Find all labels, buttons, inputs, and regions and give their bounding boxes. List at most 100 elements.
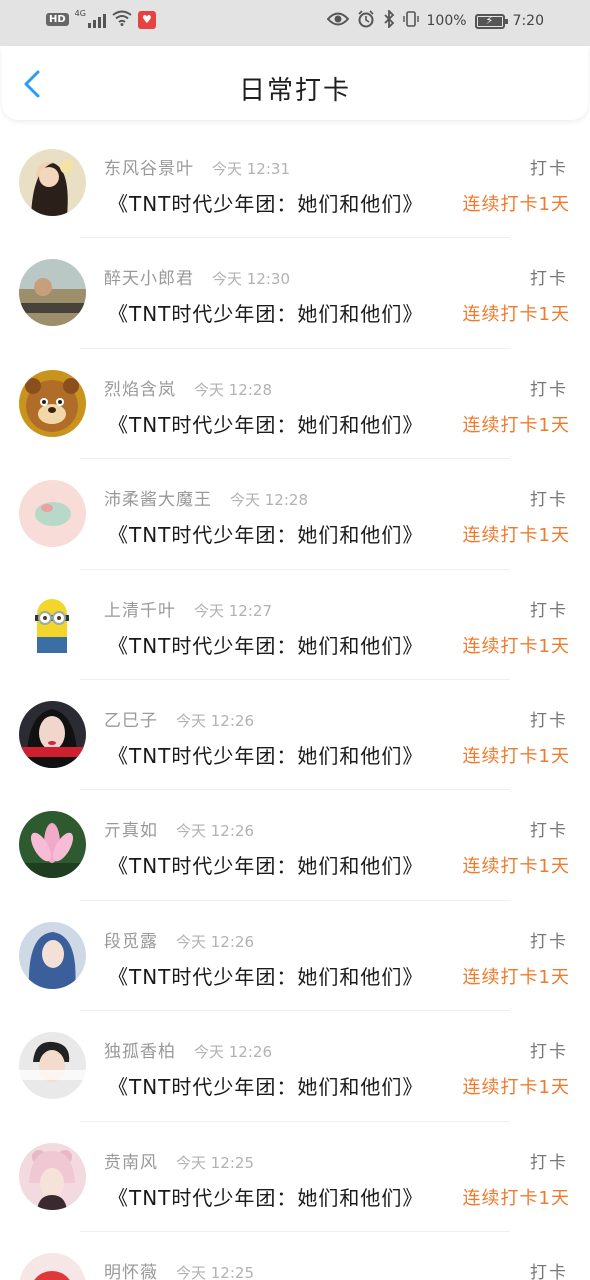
blue-hair-girl-avatar[interactable] [19,921,86,989]
book-title[interactable]: 《TNT时代少年团：她们和他们》 [108,298,423,327]
book-title[interactable]: 《TNT时代少年团：她们和他们》 [108,409,423,438]
checkin-action-label: 打卡 [530,1262,568,1280]
cartoon-bear-avatar[interactable] [19,369,86,437]
checkin-row[interactable]: 沛柔酱大魔王 今天 12:28 打卡《TNT时代少年团：她们和他们》 连续打卡1天 [0,459,590,570]
entry-meta: 亓真如 今天 12:26 [104,816,254,841]
streak-label: 连续打卡1天 [462,745,570,767]
alarm-icon [357,10,375,32]
entry-meta: 上清千叶 今天 12:27 [104,596,272,621]
checkin-time: 今天 12:31 [212,160,290,178]
checkin-row[interactable]: 乙巳子 今天 12:26 打卡《TNT时代少年团：她们和他们》 连续打卡1天 [0,680,590,791]
book-title[interactable]: 《TNT时代少年团：她们和他们》 [108,519,423,548]
checkin-action-label: 打卡 [530,159,568,179]
checkin-row[interactable]: 贲南风 今天 12:25 打卡《TNT时代少年团：她们和他们》 连续打卡1天 [0,1122,590,1232]
checkin-time: 今天 12:30 [212,270,290,289]
signal-icon [87,12,106,28]
checkin-action-label: 打卡 [530,269,568,290]
entry-meta: 贲南风 今天 12:25 [104,1148,254,1173]
book-title[interactable]: 《TNT时代少年团：她们和他们》 [108,961,423,990]
entry-meta: 明怀薇 今天 12:25 [104,1258,254,1280]
book-title[interactable]: 《TNT时代少年团：她们和他们》 [108,740,423,769]
user-name[interactable]: 乙巳子 [104,706,158,731]
user-name[interactable]: 段觅露 [104,927,158,952]
minion-avatar[interactable] [19,590,86,658]
checkin-row[interactable]: 烈焰含岚 今天 12:28 打卡 《TNT时代少年团：她们和他们》 连续打卡1天 [0,349,590,460]
red-cartoon-avatar[interactable] [19,1252,86,1280]
user-name[interactable]: 上清千叶 [104,596,176,621]
entry-meta: 乙巳子 今天 12:26 [104,706,254,731]
clock: 7:20 [512,13,544,29]
entry-meta: 东风谷景叶 今天 12:31 [104,154,290,179]
checkin-action-label: 打卡 [530,1152,568,1173]
checkin-time: 今天 12:28 [194,380,272,399]
checkin-action-label: 打卡 [530,931,568,952]
book-title[interactable]: 《TNT时代少年团：她们和他们》 [108,850,423,879]
user-name[interactable]: 独孤香柏 [104,1037,176,1062]
woman-portrait-avatar[interactable] [19,700,86,768]
battery-icon: ⚡ [474,13,508,29]
lotus-avatar[interactable] [19,811,86,879]
streak-label: 连续打卡1天 [462,856,570,878]
status-right: 100% ⚡ 7:20 [326,8,544,32]
checkin-time: 今天 12:25 [176,1263,254,1280]
checkin-list: 东风谷景叶 今天 12:31 打卡 《TNT时代少年团：她们和他们》 连续打卡1天 醉天小… [0,128,590,1280]
boy-text-avatar[interactable] [19,1032,86,1100]
pastel-illustration-avatar[interactable] [19,480,86,548]
checkin-action-label: 打卡 [530,821,568,842]
streak-label: 连续打卡1天 [462,966,570,988]
checkin-time: 今天 12:26 [176,711,254,730]
user-name[interactable]: 明怀薇 [104,1258,158,1280]
book-title[interactable]: 《TNT时代少年团：她们和他们》 [108,1071,423,1100]
checkin-row[interactable]: 明怀薇 今天 12:25 打卡 [0,1232,590,1280]
entry-meta: 烈焰含岚 今天 12:28 [104,375,272,400]
checkin-row[interactable]: 醉天小郎君 今天 12:30 打卡《TNT时代少年团：她们和他们》 连续打卡1天 [0,238,590,349]
checkin-row[interactable]: 上清千叶 今天 12:27 打卡《TNT时代少年团：她们和他们》 连续打卡1天 [0,570,590,680]
checkin-time: 今天 12:28 [230,491,308,510]
checkin-action-label: 打卡 [530,490,568,511]
eye-icon [326,12,349,30]
streak-label: 连续打卡1天 [462,304,570,326]
book-title[interactable]: 《TNT时代少年团：她们和他们》 [108,1182,423,1211]
book-title[interactable]: 《TNT时代少年团：她们和他们》 [108,630,423,659]
checkin-row[interactable]: 段觅露 今天 12:26 打卡《TNT时代少年团：她们和他们》 连续打卡1天 [0,901,590,1012]
streak-label: 连续打卡1天 [462,525,570,547]
checkin-row[interactable]: 亓真如 今天 12:26 打卡《TNT时代少年团：她们和他们》 连续打卡1天 [0,790,590,901]
entry-meta: 段觅露 今天 12:26 [104,927,254,952]
user-name[interactable]: 贲南风 [104,1148,158,1173]
vibrate-icon [402,10,419,32]
checkin-time: 今天 12:26 [176,822,254,841]
checkin-time: 今天 12:26 [194,1043,272,1062]
header-bar: 日常打卡 [2,46,588,120]
wifi-icon [112,10,132,29]
checkin-row[interactable]: 独孤香柏 今天 12:26 打卡《TNT时代少年团：她们和他们》 连续打卡1天 [0,1011,590,1122]
girl-bear-hat-avatar[interactable] [19,1142,86,1210]
checkin-time: 今天 12:25 [176,1153,254,1172]
entry-meta: 醉天小郎君 今天 12:30 [104,264,290,289]
checkin-time: 今天 12:27 [194,601,272,620]
book-title[interactable]: 《TNT时代少年团：她们和他们》 [108,188,423,217]
app-notification-icon: ♥ [137,10,156,29]
checkin-action-label: 打卡 [530,710,568,731]
checkin-action-label: 打卡 [530,1042,568,1063]
streak-label: 连续打卡1天 [462,1077,570,1099]
user-name[interactable]: 东风谷景叶 [104,154,194,179]
streak-label: 连续打卡1天 [462,194,570,215]
streak-label: 连续打卡1天 [462,1187,570,1209]
landscape-text-avatar[interactable] [19,259,86,327]
streak-label: 连续打卡1天 [462,635,570,657]
user-name[interactable]: 沛柔酱大魔王 [104,485,212,510]
user-name[interactable]: 亓真如 [104,816,158,841]
entry-meta: 独孤香柏 今天 12:26 [104,1037,272,1062]
bluetooth-icon [383,8,395,32]
user-name[interactable]: 烈焰含岚 [104,375,176,400]
checkin-row[interactable]: 东风谷景叶 今天 12:31 打卡《TNT时代少年团：她们和他们》 连续打卡1天 [0,128,590,239]
checkin-action-label: 打卡 [530,379,568,400]
user-name[interactable]: 醉天小郎君 [104,264,194,289]
status-left: HD 4G ♥ [46,9,156,29]
network-type: 4G [74,9,86,18]
checkin-time: 今天 12:26 [176,932,254,951]
checkin-action-label: 打卡 [530,600,568,621]
battery-percent: 100% [426,13,467,29]
woman-with-flower-avatar[interactable] [19,149,86,216]
entry-meta: 沛柔酱大魔王 今天 12:28 [104,485,308,510]
